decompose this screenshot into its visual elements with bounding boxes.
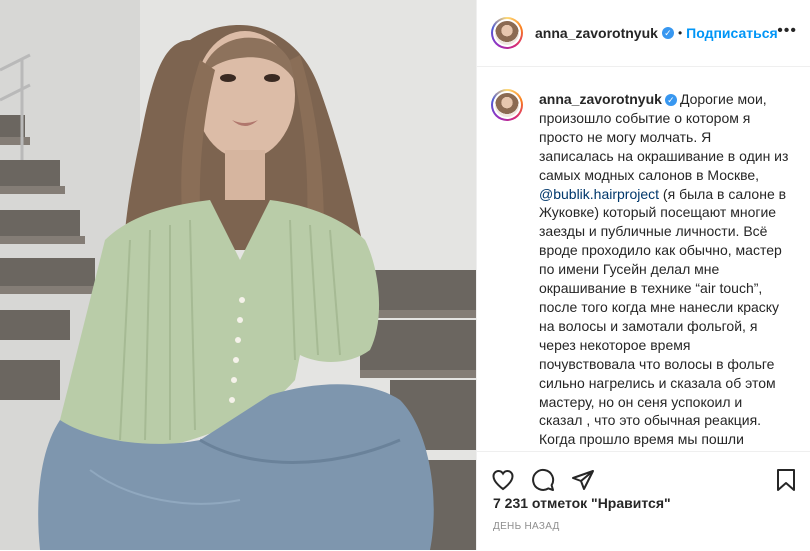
like-button[interactable] [491,460,531,500]
post-photo-illustration [0,0,476,550]
post-side-panel: anna_zavorotnyuk ✓ • Подписаться ••• ann… [476,0,810,551]
post-timestamp[interactable]: ДЕНЬ НАЗАД [493,521,560,532]
post-caption: anna_zavorotnyuk ✓ Дорогие мои, произошло … [539,90,789,451]
caption-text-part-2: (я была в салоне в Жуковке) который посе… [539,185,787,451]
author-avatar[interactable] [491,17,523,49]
post-header: anna_zavorotnyuk ✓ • Подписаться ••• [477,0,810,67]
heart-icon [492,469,514,491]
author-username[interactable]: anna_zavorotnyuk [535,25,658,41]
caption-mention-link[interactable]: @bublik.hairproject [539,186,659,202]
action-icons [491,460,611,500]
comments-scroll-area[interactable]: anna_zavorotnyuk ✓ Дорогие мои, произошло … [477,67,810,451]
verified-badge-icon: ✓ [661,27,674,39]
caption-verified-badge-icon: ✓ [664,94,677,107]
more-options-icon[interactable]: ••• [777,22,797,40]
header-meta: anna_zavorotnyuk ✓ • Подписаться [535,25,778,41]
caption-username[interactable]: anna_zavorotnyuk [539,91,662,107]
bookmark-icon [777,469,795,491]
comment-button[interactable] [531,460,571,500]
follow-button[interactable]: Подписаться [686,25,778,41]
instagram-post: anna_zavorotnyuk ✓ • Подписаться ••• ann… [0,0,810,551]
comment-icon [532,468,555,491]
separator-dot: • [677,26,683,40]
post-actions-bar: 7 231 отметок "Нравится" ДЕНЬ НАЗАД [477,451,810,551]
share-button[interactable] [571,460,611,500]
share-icon [572,470,594,490]
caption-author-avatar[interactable] [491,89,523,121]
post-photo[interactable] [0,0,476,550]
save-button[interactable] [769,460,797,500]
likes-count[interactable]: 7 231 отметок "Нравится" [493,495,671,511]
